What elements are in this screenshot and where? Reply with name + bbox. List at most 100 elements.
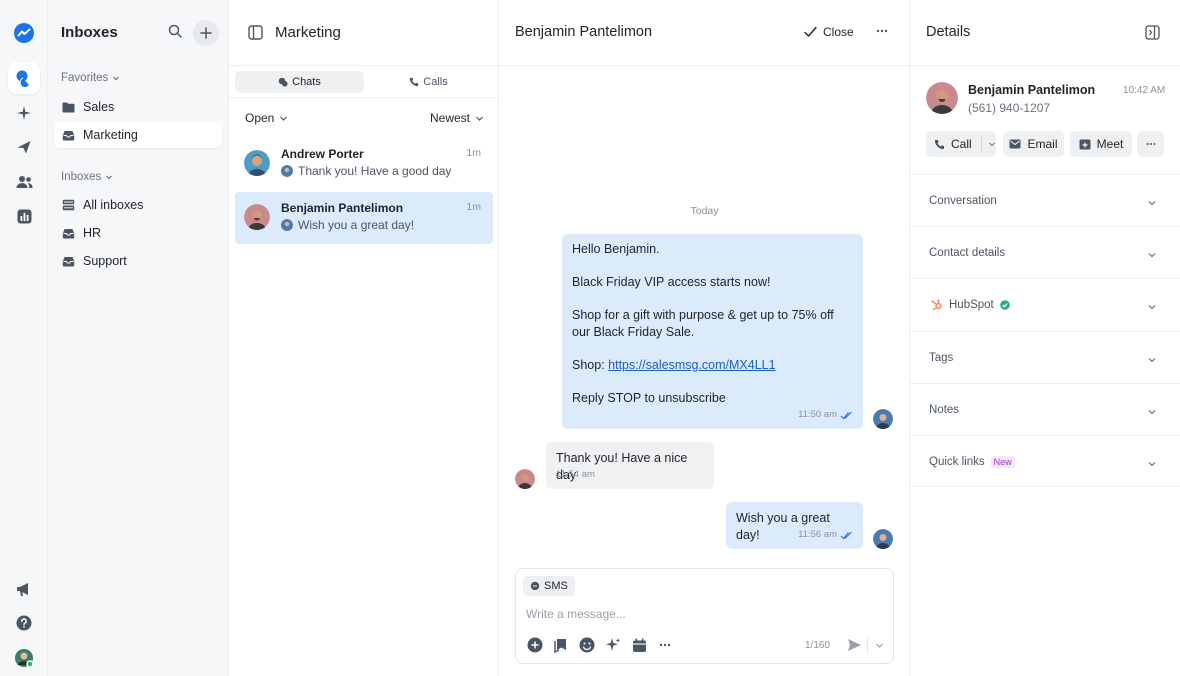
- contact-phone: (561) 940-1207: [968, 101, 1051, 115]
- message-link[interactable]: https://salesmsg.com/MX4LL1: [608, 358, 775, 372]
- channel-selector[interactable]: SMS: [523, 576, 575, 596]
- contact-avatar: [515, 469, 535, 489]
- add-inbox-button[interactable]: [193, 20, 219, 46]
- message-line: Shop for a gift with purpose & get up to…: [572, 308, 834, 339]
- preview-text: Wish you a great day!: [298, 218, 415, 232]
- message-time: 11:54 am: [556, 469, 595, 481]
- more-tools-icon[interactable]: [656, 636, 674, 654]
- message-line: Shop: https://salesmsg.com/MX4LL1: [572, 357, 853, 374]
- contact-avatar: [926, 82, 958, 114]
- reports-icon[interactable]: [8, 200, 40, 232]
- send-icon[interactable]: [8, 131, 40, 163]
- meet-button[interactable]: Meet: [1070, 131, 1132, 157]
- sort-filter[interactable]: Newest: [430, 111, 484, 125]
- section-label-row: HubSpot: [931, 299, 1010, 311]
- more-actions-button[interactable]: [1137, 131, 1164, 157]
- nav-rail: [0, 0, 48, 676]
- user-avatar[interactable]: [8, 642, 40, 674]
- conversation-item[interactable]: Benjamin Pantelimon 1m Wish you a great …: [235, 192, 493, 244]
- agent-avatar: [281, 219, 293, 231]
- divider: [867, 637, 868, 653]
- calendar-plus-icon: [1079, 139, 1091, 150]
- sidebar-item-marketing[interactable]: Marketing: [54, 122, 222, 148]
- email-button[interactable]: Email: [1003, 131, 1064, 157]
- more-options-icon[interactable]: [875, 24, 889, 41]
- double-check-icon: [840, 411, 852, 420]
- ai-sparkle-icon[interactable]: [604, 636, 622, 654]
- search-icon[interactable]: [168, 24, 182, 41]
- tab-chats[interactable]: Chats: [235, 71, 364, 93]
- sidebar-item-hr[interactable]: HR: [54, 220, 222, 246]
- sparkle-icon[interactable]: [8, 97, 40, 129]
- sidebar-item-support[interactable]: Support: [54, 248, 222, 274]
- sms-icon: [530, 581, 540, 591]
- add-attachment-icon[interactable]: [526, 636, 544, 654]
- character-counter: 1/160: [805, 640, 831, 651]
- collapse-panel-icon[interactable]: [1145, 25, 1160, 43]
- message-meta: 11:50 am: [798, 409, 853, 422]
- message-line: Black Friday VIP access starts now!: [572, 275, 771, 289]
- message-composer: SMS 1/160: [515, 568, 894, 664]
- contacts-icon[interactable]: [8, 166, 40, 198]
- contact-name: Andrew Porter: [281, 147, 364, 161]
- details-header: Details: [910, 0, 1180, 66]
- status-filter[interactable]: Open: [245, 111, 288, 125]
- sidebar-item-sales[interactable]: Sales: [54, 94, 222, 120]
- help-icon[interactable]: [8, 607, 40, 639]
- sidebar-item-all-inboxes[interactable]: All inboxes: [54, 192, 222, 218]
- chat-title: Benjamin Pantelimon: [515, 24, 653, 40]
- chevron-down-icon: [1147, 196, 1157, 211]
- section-contact-details[interactable]: Contact details: [910, 226, 1180, 278]
- emoji-icon[interactable]: [578, 636, 596, 654]
- message-input[interactable]: [526, 605, 866, 623]
- phone-icon: [410, 77, 419, 87]
- sidebar-item-label: Support: [83, 254, 127, 268]
- meet-label: Meet: [1096, 137, 1124, 151]
- section-notes[interactable]: Notes: [910, 383, 1180, 435]
- call-button[interactable]: Call: [926, 131, 996, 157]
- avatar: [244, 150, 270, 176]
- logo-icon[interactable]: [8, 17, 40, 49]
- chevron-down-icon: [1147, 248, 1157, 263]
- section-conversation[interactable]: Conversation: [910, 174, 1180, 226]
- templates-icon[interactable]: [552, 636, 570, 654]
- conversation-item[interactable]: Andrew Porter 1m Thank you! Have a good …: [235, 138, 493, 190]
- chevron-down-icon: [988, 142, 995, 147]
- incoming-message: Thank you! Have a nice day 11:54 am: [546, 442, 714, 489]
- section-label: Quick links: [929, 456, 985, 468]
- tab-calls[interactable]: Calls: [364, 71, 493, 93]
- conversation-list-header: Marketing: [229, 0, 499, 66]
- section-tags[interactable]: Tags: [910, 331, 1180, 383]
- send-button[interactable]: [845, 636, 863, 654]
- section-label: HubSpot: [949, 299, 994, 311]
- more-icon: [1146, 142, 1155, 146]
- megaphone-icon[interactable]: [8, 573, 40, 605]
- double-check-icon: [840, 531, 852, 540]
- send-options-chevron-icon[interactable]: [870, 636, 888, 654]
- schedule-calendar-icon[interactable]: [630, 636, 648, 654]
- new-badge: New: [990, 456, 1015, 468]
- chats-icon[interactable]: [8, 62, 40, 94]
- inbox-icon: [62, 256, 75, 266]
- section-quick-links[interactable]: Quick links New: [910, 435, 1180, 487]
- close-conversation-button[interactable]: Close: [804, 25, 854, 39]
- chevron-down-icon: [113, 76, 120, 81]
- app-window: Inboxes Favorites Sales Marketing Inboxe…: [0, 0, 1180, 676]
- section-hubspot[interactable]: HubSpot: [910, 278, 1180, 330]
- inbox-icon: [62, 130, 75, 140]
- preview-text: Thank you! Have a good day: [298, 164, 452, 178]
- chevron-down-icon: [1147, 405, 1157, 420]
- plus-icon: [200, 27, 212, 39]
- verified-check-icon: [999, 300, 1010, 310]
- channel-label: SMS: [544, 580, 568, 592]
- link-prefix: Shop:: [572, 357, 609, 372]
- contact-name: Benjamin Pantelimon: [281, 201, 404, 215]
- inbox-icon: [62, 228, 75, 238]
- send-icon: [847, 639, 861, 651]
- sidebar-toggle-icon[interactable]: [248, 25, 263, 43]
- favorites-toggle[interactable]: Favorites: [61, 72, 120, 84]
- inboxes-toggle[interactable]: Inboxes: [61, 171, 113, 183]
- message-preview: Thank you! Have a good day: [281, 164, 451, 178]
- avatar: [244, 204, 270, 230]
- close-label: Close: [823, 25, 854, 39]
